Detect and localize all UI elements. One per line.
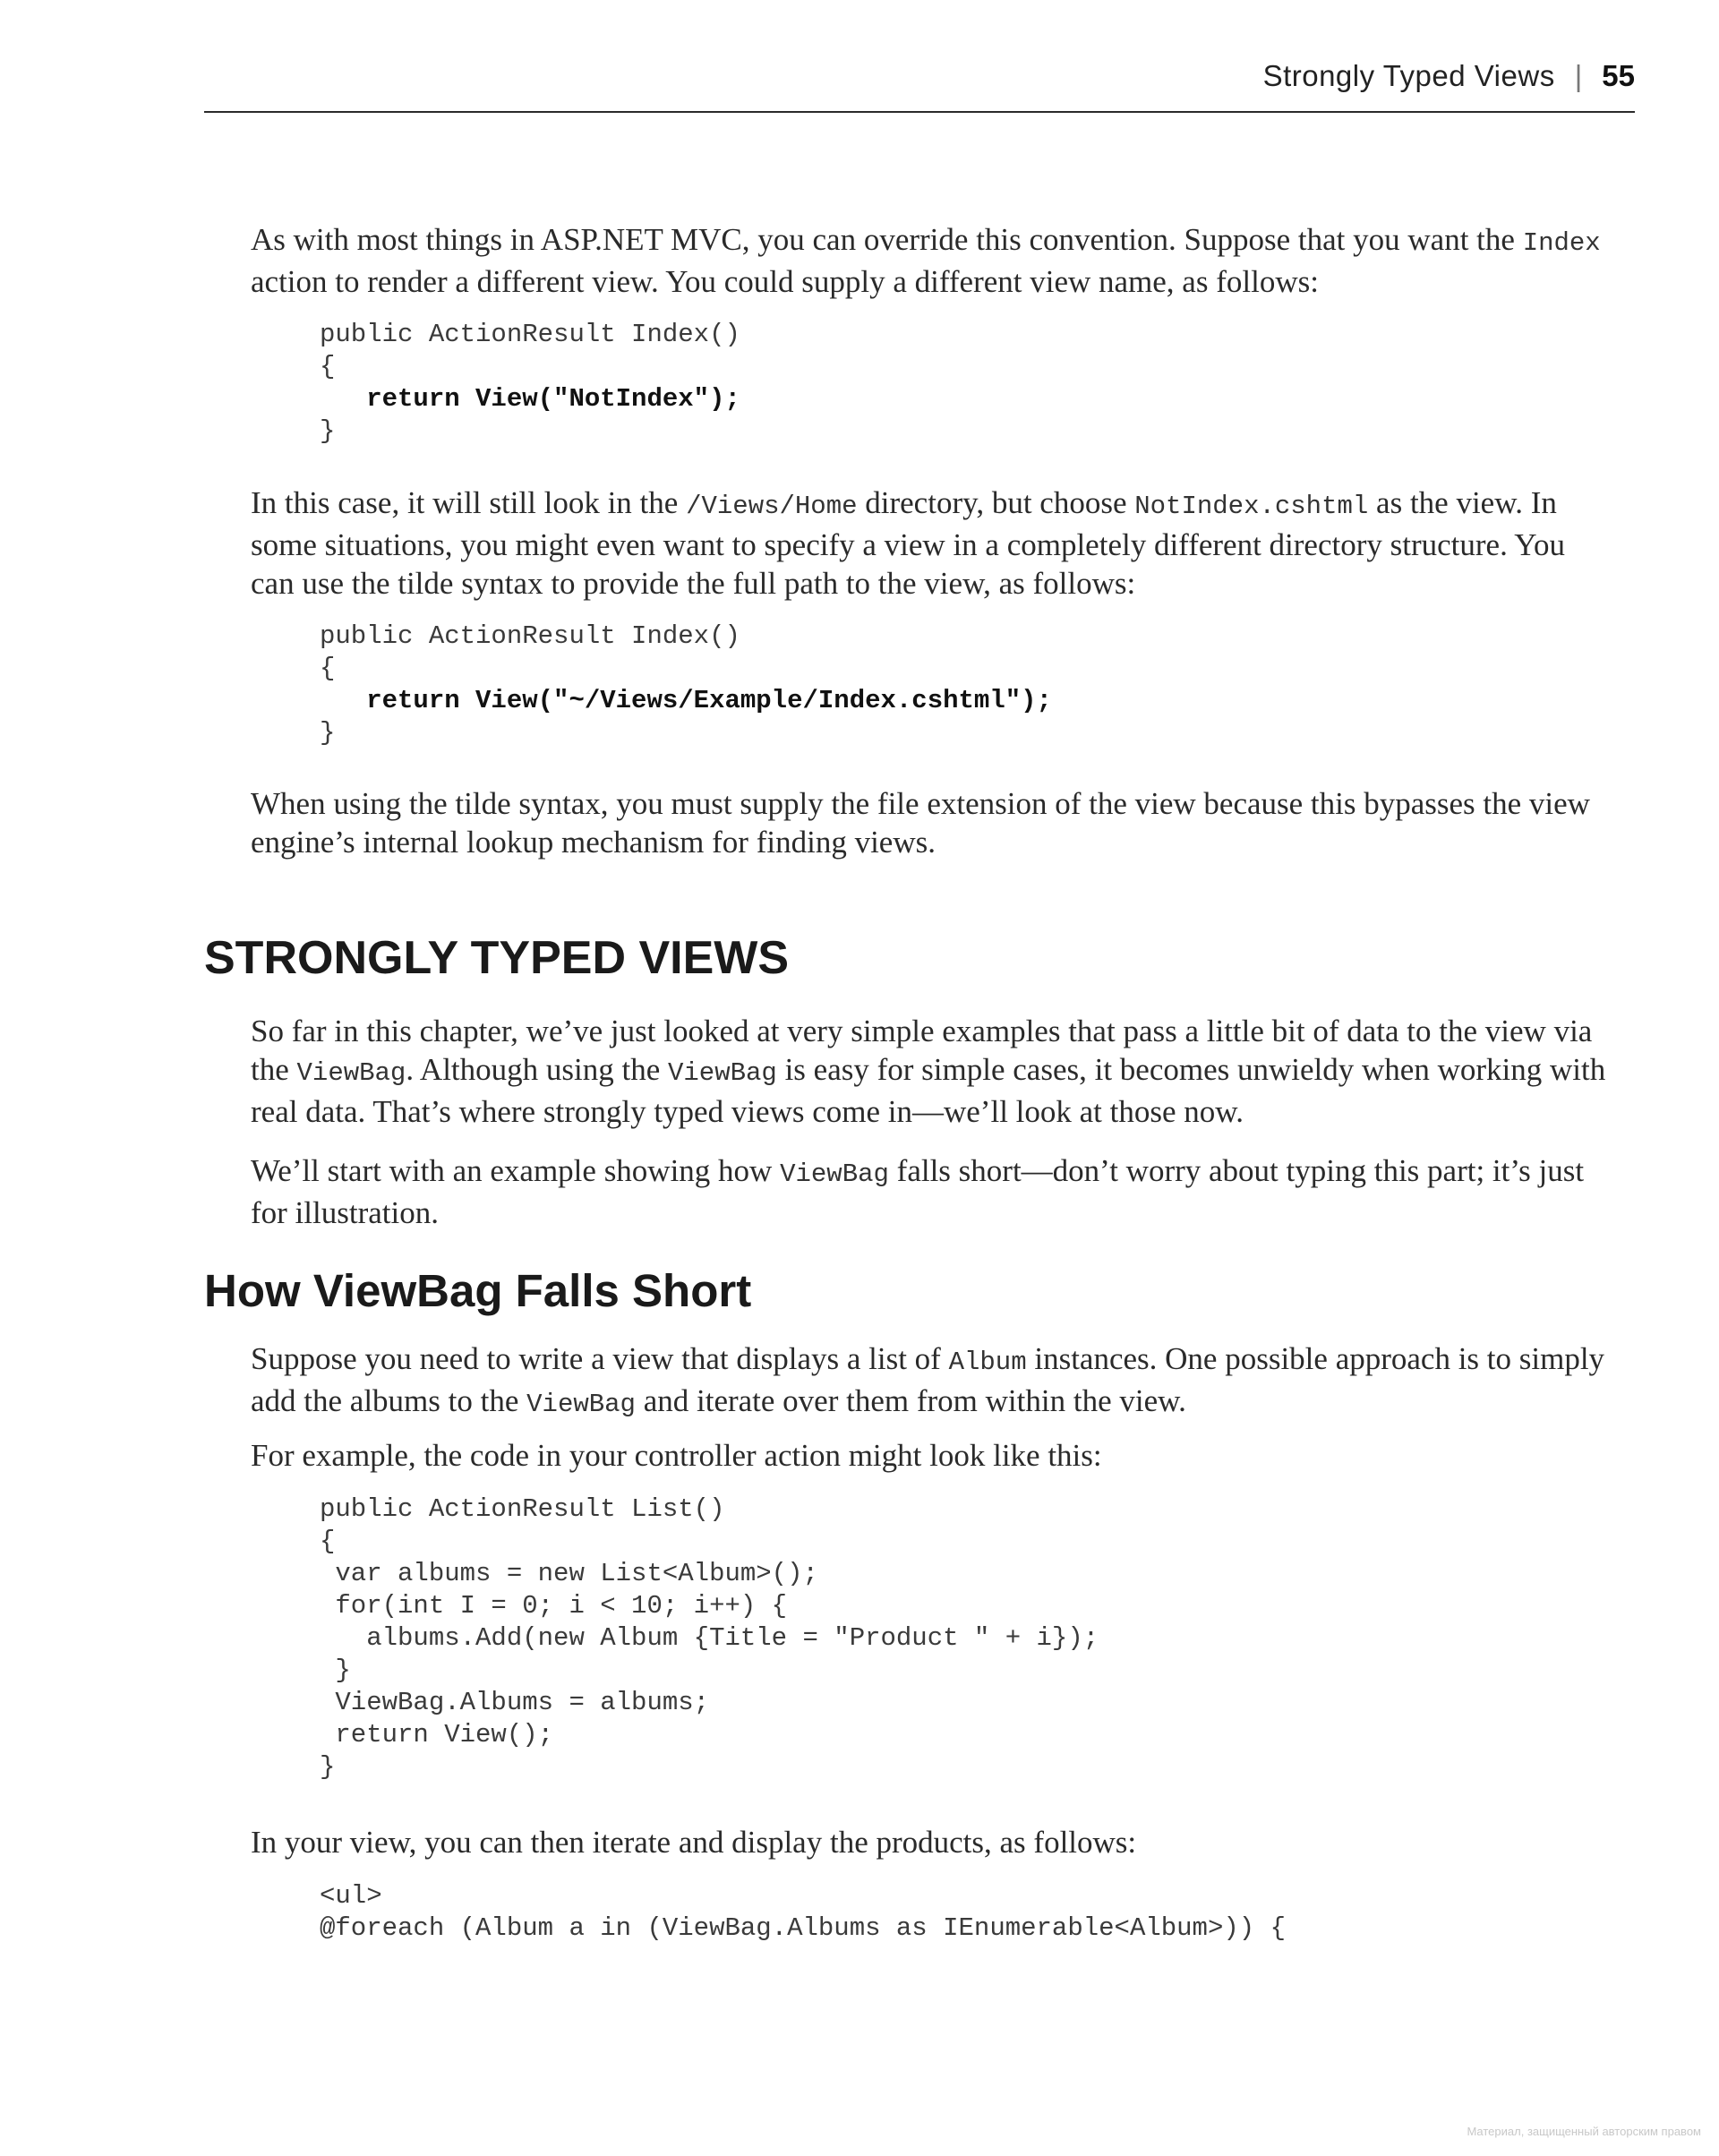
inline-code: Index: [1522, 228, 1601, 258]
paragraph-file-extension: When using the tilde syntax, you must su…: [251, 784, 1612, 861]
text: In your view, you can then iterate and d…: [251, 1825, 1137, 1860]
subsection-heading: How ViewBag Falls Short: [204, 1265, 752, 1316]
paragraph-viewbag-example: We’ll start with an example showing how …: [251, 1151, 1612, 1232]
code-line: return View("NotIndex");: [320, 384, 740, 414]
code-line: return View("~/Views/Example/Index.cshtm…: [320, 686, 1052, 715]
header-section-title: Strongly Typed Views: [1262, 59, 1555, 92]
code-line: }: [320, 718, 336, 748]
code-line: var albums = new List<Album>();: [320, 1559, 818, 1588]
running-header: Strongly Typed Views | 55: [204, 59, 1635, 113]
code-line: }: [320, 416, 336, 446]
book-page: Strongly Typed Views | 55 As with most t…: [0, 0, 1719, 2156]
inline-code: NotIndex.cshtml: [1134, 492, 1369, 521]
code-block-notindex: public ActionResult Index() { return View…: [320, 319, 740, 448]
text: directory, but choose: [857, 485, 1135, 520]
code-block-tilde-path: public ActionResult Index() { return View…: [320, 620, 1052, 749]
page-number: 55: [1602, 59, 1635, 92]
inline-code: ViewBag: [296, 1058, 406, 1088]
code-line: }: [320, 1656, 351, 1685]
text: action to render a different view. You c…: [251, 264, 1319, 299]
inline-code: ViewBag: [526, 1390, 636, 1419]
code-line: public ActionResult Index(): [320, 320, 740, 349]
inline-code: Album: [948, 1348, 1027, 1377]
code-line: {: [320, 654, 336, 683]
code-line: public ActionResult List(): [320, 1494, 725, 1524]
code-block-controller-list: public ActionResult List() { var albums =…: [320, 1493, 1099, 1784]
paragraph-controller-example: For example, the code in your controller…: [251, 1436, 1612, 1475]
code-block-view-foreach: <ul> @foreach (Album a in (ViewBag.Albums…: [320, 1880, 1286, 1945]
code-line: @foreach (Album a in (ViewBag.Albums as …: [320, 1913, 1286, 1943]
text: Suppose you need to write a view that di…: [251, 1341, 949, 1376]
inline-code: ViewBag: [668, 1058, 777, 1088]
paragraph-override-convention: As with most things in ASP.NET MVC, you …: [251, 220, 1612, 301]
paragraph-album-list: Suppose you need to write a view that di…: [251, 1339, 1612, 1424]
code-line: public ActionResult Index(): [320, 621, 740, 651]
section-heading: STRONGLY TYPED VIEWS: [204, 932, 790, 984]
code-line: for(int I = 0; i < 10; i++) {: [320, 1591, 788, 1621]
code-line: }: [320, 1752, 336, 1782]
text: When using the tilde syntax, you must su…: [251, 786, 1590, 860]
text: In this case, it will still look in the: [251, 485, 687, 520]
copyright-watermark: Материал, защищенный авторским правом: [1467, 2125, 1701, 2138]
paragraph-view-iterate: In your view, you can then iterate and d…: [251, 1823, 1612, 1861]
text: As with most things in ASP.NET MVC, you …: [251, 222, 1523, 257]
code-line: albums.Add(new Album {Title = "Product "…: [320, 1623, 1099, 1653]
inline-code: /Views/Home: [686, 492, 858, 521]
text: We’ll start with an example showing how: [251, 1153, 781, 1188]
code-line: {: [320, 1527, 336, 1556]
paragraph-intro-strongly-typed: So far in this chapter, we’ve just looke…: [251, 1012, 1612, 1131]
code-line: <ul>: [320, 1881, 382, 1911]
code-line: return View();: [320, 1720, 554, 1750]
code-line: ViewBag.Albums = albums;: [320, 1688, 710, 1717]
text: and iterate over them from within the vi…: [635, 1383, 1186, 1418]
code-line: {: [320, 352, 336, 381]
paragraph-tilde-syntax: In this case, it will still look in the …: [251, 483, 1612, 603]
inline-code: ViewBag: [780, 1159, 889, 1189]
header-separator: |: [1574, 59, 1583, 92]
text: . Although using the: [406, 1052, 668, 1087]
text: For example, the code in your controller…: [251, 1438, 1102, 1473]
